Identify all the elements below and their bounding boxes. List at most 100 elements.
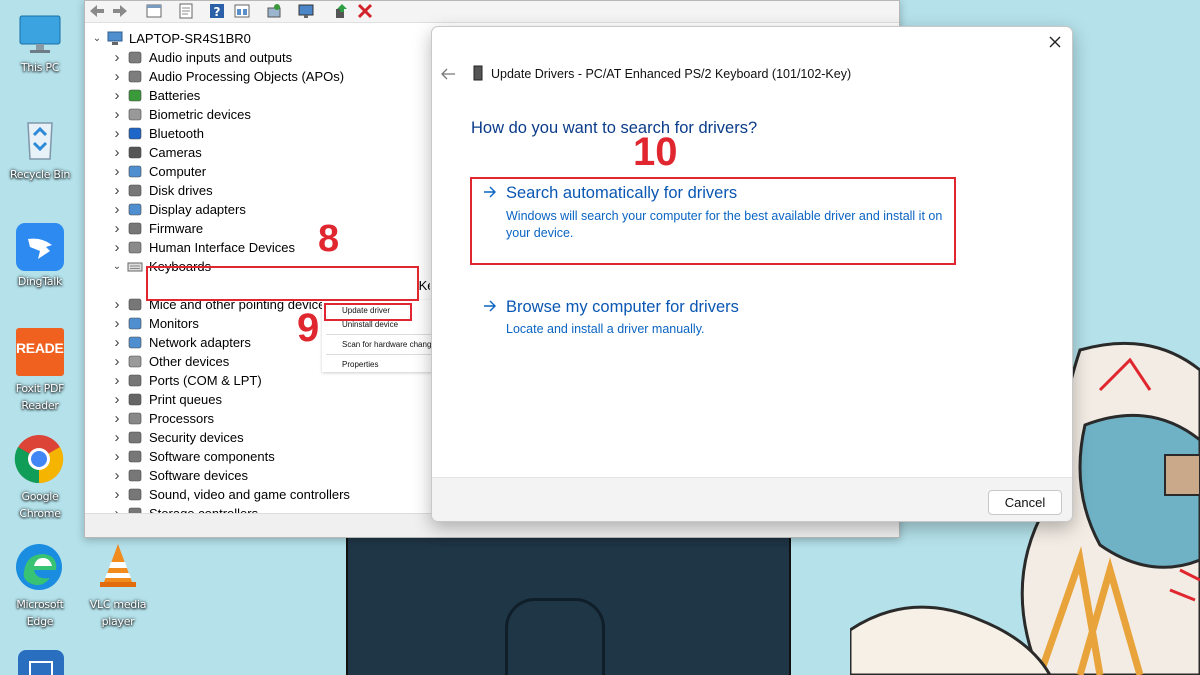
- desktop-icon-recycle-bin[interactable]: Recycle Bin: [0, 110, 80, 190]
- update-drivers-dialog: Update Drivers - PC/AT Enhanced PS/2 Key…: [431, 26, 1073, 522]
- scan-hardware-icon[interactable]: [265, 2, 283, 20]
- device-category-icon: [128, 222, 142, 235]
- menu-item-properties[interactable]: Properties: [342, 359, 378, 371]
- recycle-bin-icon: [27, 122, 53, 160]
- chevron-right-icon[interactable]: ›: [111, 428, 123, 447]
- view-icon[interactable]: [233, 2, 251, 20]
- desktop-icon-this-pc[interactable]: This PC: [0, 0, 80, 80]
- chevron-right-icon[interactable]: ›: [111, 181, 123, 200]
- tree-item-label: Computer: [149, 164, 207, 179]
- tree-item-label: Human Interface Devices: [149, 240, 295, 255]
- chevron-down-icon[interactable]: ⌄: [91, 29, 103, 48]
- desktop-icon-foxit-pdf-reader[interactable]: READER Foxit PDF Reader: [0, 325, 80, 420]
- monitor-icon: [19, 15, 61, 53]
- chevron-right-icon[interactable]: ›: [111, 295, 123, 314]
- desktop-icon-dingtalk[interactable]: DingTalk: [0, 218, 80, 298]
- desktop-icon-label: VLC media player: [89, 598, 147, 628]
- device-manager-toolbar: ?: [85, 1, 899, 23]
- tree-item-label: Other devices: [149, 354, 230, 369]
- desktop-icon-label: DingTalk: [17, 275, 63, 288]
- device-category-icon: [128, 184, 142, 197]
- step-number-10: 10: [633, 130, 678, 174]
- device-category-icon: [128, 51, 142, 64]
- device-category-icon: [128, 108, 142, 121]
- chevron-right-icon[interactable]: ›: [111, 333, 123, 352]
- chevron-right-icon[interactable]: ›: [111, 352, 123, 371]
- tree-item-label: Biometric devices: [149, 107, 251, 122]
- option-browse-computer[interactable]: Browse my computer for drivers Locate an…: [472, 293, 952, 343]
- desktop-icon-label: Foxit PDF Reader: [15, 382, 65, 412]
- foxit-badge-text: READER: [16, 340, 64, 356]
- highlight-box-update-driver: [324, 303, 412, 321]
- chevron-right-icon[interactable]: ›: [111, 314, 123, 333]
- step-number-8: 8: [318, 218, 340, 260]
- device-category-icon: [128, 450, 142, 463]
- forward-arrow-icon[interactable]: [111, 2, 129, 20]
- chevron-right-icon[interactable]: ›: [111, 238, 123, 257]
- device-category-icon: [128, 374, 142, 387]
- desktop-icon-vlc-media-player[interactable]: VLC media player: [78, 540, 158, 635]
- help-icon[interactable]: ?: [208, 2, 226, 20]
- chevron-right-icon[interactable]: ›: [111, 105, 123, 124]
- chevron-right-icon[interactable]: ›: [111, 124, 123, 143]
- device-category-icon: [128, 146, 142, 159]
- back-arrow-icon[interactable]: [440, 67, 456, 81]
- chevron-right-icon[interactable]: ›: [111, 200, 123, 219]
- device-category-icon: [128, 336, 142, 349]
- monitor-scan-icon[interactable]: [297, 2, 315, 20]
- chevron-right-icon[interactable]: ›: [111, 390, 123, 409]
- chevron-right-icon[interactable]: ›: [111, 447, 123, 466]
- arrow-right-icon: [484, 300, 496, 312]
- properties-icon[interactable]: [177, 2, 195, 20]
- device-category-icon: [128, 241, 142, 254]
- tree-root-label: LAPTOP-SR4S1BR0: [129, 31, 251, 46]
- chevron-right-icon[interactable]: ›: [111, 371, 123, 390]
- computer-icon: [107, 31, 123, 45]
- chevron-right-icon[interactable]: ›: [111, 504, 123, 513]
- highlight-box-keyboard-device: [146, 266, 419, 301]
- chevron-down-icon[interactable]: ⌄: [111, 257, 123, 276]
- tree-item-label: Monitors: [149, 316, 199, 331]
- desktop-icon-microsoft-edge[interactable]: Microsoft Edge: [0, 540, 80, 635]
- edge-icon: [16, 544, 62, 590]
- cancel-button[interactable]: Cancel: [988, 490, 1062, 515]
- show-hide-tree-icon[interactable]: [145, 2, 163, 20]
- chevron-right-icon[interactable]: ›: [111, 466, 123, 485]
- device-category-icon: [128, 203, 142, 216]
- chevron-right-icon[interactable]: ›: [111, 162, 123, 181]
- tree-item-label: Cameras: [149, 145, 202, 160]
- tree-item-label: Software devices: [149, 468, 248, 483]
- uninstall-red-x-icon[interactable]: [356, 2, 374, 20]
- tree-item-label: Batteries: [149, 88, 201, 103]
- desktop-icon-label: Microsoft Edge: [16, 598, 64, 628]
- chevron-right-icon[interactable]: ›: [111, 86, 123, 105]
- chevron-right-icon[interactable]: ›: [111, 409, 123, 428]
- tree-item-label: Disk drives: [149, 183, 213, 198]
- desktop-icon-partial[interactable]: [18, 650, 64, 675]
- dialog-question: How do you want to search for drivers?: [471, 119, 758, 137]
- chevron-right-icon[interactable]: ›: [111, 143, 123, 162]
- keyboard-icon: [127, 262, 143, 272]
- chevron-right-icon[interactable]: ›: [111, 485, 123, 504]
- chevron-right-icon[interactable]: ›: [111, 67, 123, 86]
- chevron-right-icon[interactable]: ›: [111, 219, 123, 238]
- menu-item-scan-hardware[interactable]: Scan for hardware changes: [342, 339, 440, 351]
- device-category-icon: [128, 488, 142, 501]
- close-icon[interactable]: [1048, 35, 1062, 49]
- tree-item-label: Display adapters: [149, 202, 246, 217]
- back-arrow-icon[interactable]: [88, 2, 106, 20]
- device-category-icon: [128, 317, 142, 330]
- device-category-icon: [128, 298, 142, 311]
- wallpaper-dark-shape-inner: [505, 598, 605, 675]
- tree-item-label: Print queues: [149, 392, 222, 407]
- tree-item-label: Audio Processing Objects (APOs): [149, 69, 345, 84]
- update-driver-toolbar-icon[interactable]: [332, 2, 350, 20]
- tree-item-label: Processors: [149, 411, 215, 426]
- desktop-icon-google-chrome[interactable]: Google Chrome: [0, 432, 80, 527]
- tree-item-label: Sound, video and game controllers: [149, 487, 350, 502]
- chevron-right-icon[interactable]: ›: [111, 48, 123, 67]
- option-2-title: Browse my computer for drivers: [506, 298, 739, 316]
- dialog-footer: Cancel: [432, 477, 1072, 521]
- device-category-icon: [128, 165, 142, 178]
- app-window-icon: [29, 661, 53, 675]
